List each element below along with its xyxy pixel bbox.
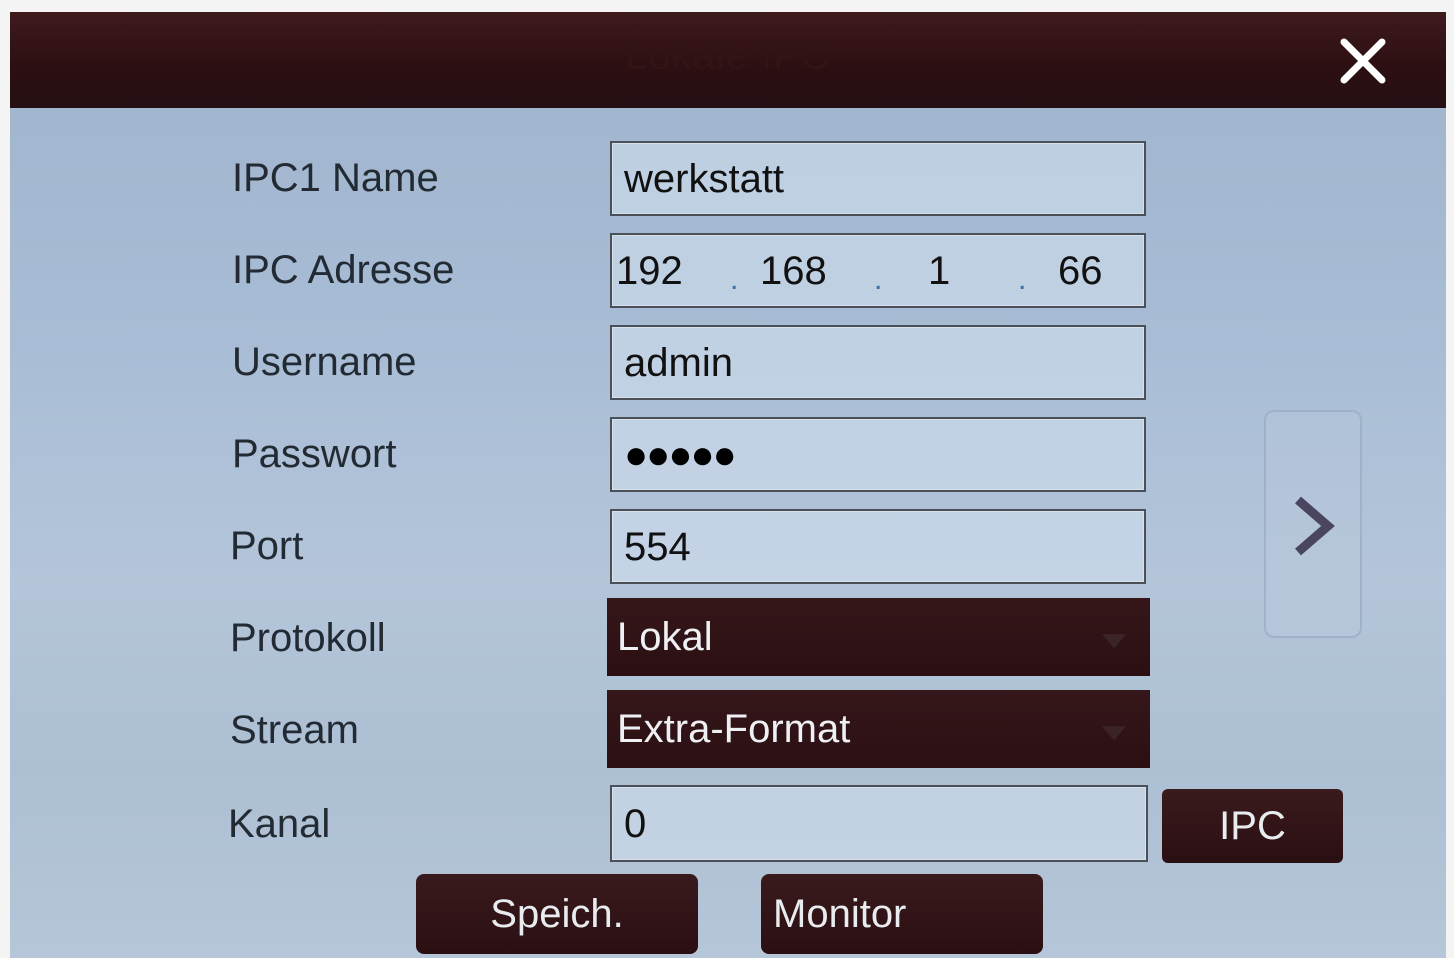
ip-separator: . [874, 262, 883, 296]
username-value: admin [624, 340, 733, 385]
ipc-settings-screen: Lokale IPC IPC1 Name werkstatt IPC Adres… [10, 12, 1446, 958]
ipc-name-input[interactable]: werkstatt [610, 141, 1146, 216]
stream-label: Stream [230, 708, 359, 752]
chevron-down-icon [1102, 634, 1126, 649]
channel-input[interactable]: 0 [610, 785, 1148, 862]
ipc-name-value: werkstatt [624, 156, 785, 201]
ipc-button-label: IPC [1219, 804, 1286, 848]
username-label: Username [232, 340, 417, 384]
password-masked-value: ●●●●● [624, 432, 737, 477]
chevron-down-icon [1102, 726, 1126, 741]
port-label: Port [230, 524, 304, 568]
channel-value: 0 [624, 801, 647, 846]
dialog-title: Lokale IPC [625, 34, 831, 78]
monitor-button-label: Monitor [773, 892, 907, 936]
port-input[interactable]: 554 [610, 509, 1146, 584]
ip-octet-3[interactable]: 1 [928, 251, 950, 291]
port-value: 554 [624, 524, 691, 569]
protocol-select[interactable]: Lokal [607, 598, 1150, 676]
stream-select[interactable]: Extra-Format [607, 690, 1150, 768]
save-button[interactable]: Speich. [416, 874, 698, 954]
ip-separator: . [1018, 262, 1027, 296]
username-input[interactable]: admin [610, 325, 1146, 400]
ipc-address-label: IPC Adresse [232, 248, 455, 292]
close-button[interactable] [1328, 26, 1398, 96]
ip-octet-2[interactable]: 168 [760, 251, 827, 291]
ipc-address-input[interactable]: 192 . 168 . 1 . 66 [610, 233, 1146, 308]
monitor-button[interactable]: Monitor [761, 874, 1043, 954]
password-label: Passwort [232, 432, 397, 476]
ip-octet-1[interactable]: 192 [616, 251, 683, 291]
ipc-button[interactable]: IPC [1162, 789, 1343, 863]
password-input[interactable]: ●●●●● [610, 417, 1146, 492]
title-bar: Lokale IPC [10, 12, 1446, 108]
ip-octet-4[interactable]: 66 [1058, 251, 1103, 291]
next-page-button[interactable] [1264, 410, 1362, 638]
ipc-name-label: IPC1 Name [232, 156, 439, 200]
save-button-label: Speich. [490, 892, 624, 936]
protocol-label: Protokoll [230, 616, 386, 660]
ip-separator: . [730, 262, 739, 296]
channel-label: Kanal [228, 802, 331, 846]
protocol-selected-value: Lokal [617, 615, 713, 659]
stream-selected-value: Extra-Format [617, 707, 851, 751]
chevron-right-icon [1295, 496, 1335, 556]
close-icon [1340, 38, 1386, 84]
